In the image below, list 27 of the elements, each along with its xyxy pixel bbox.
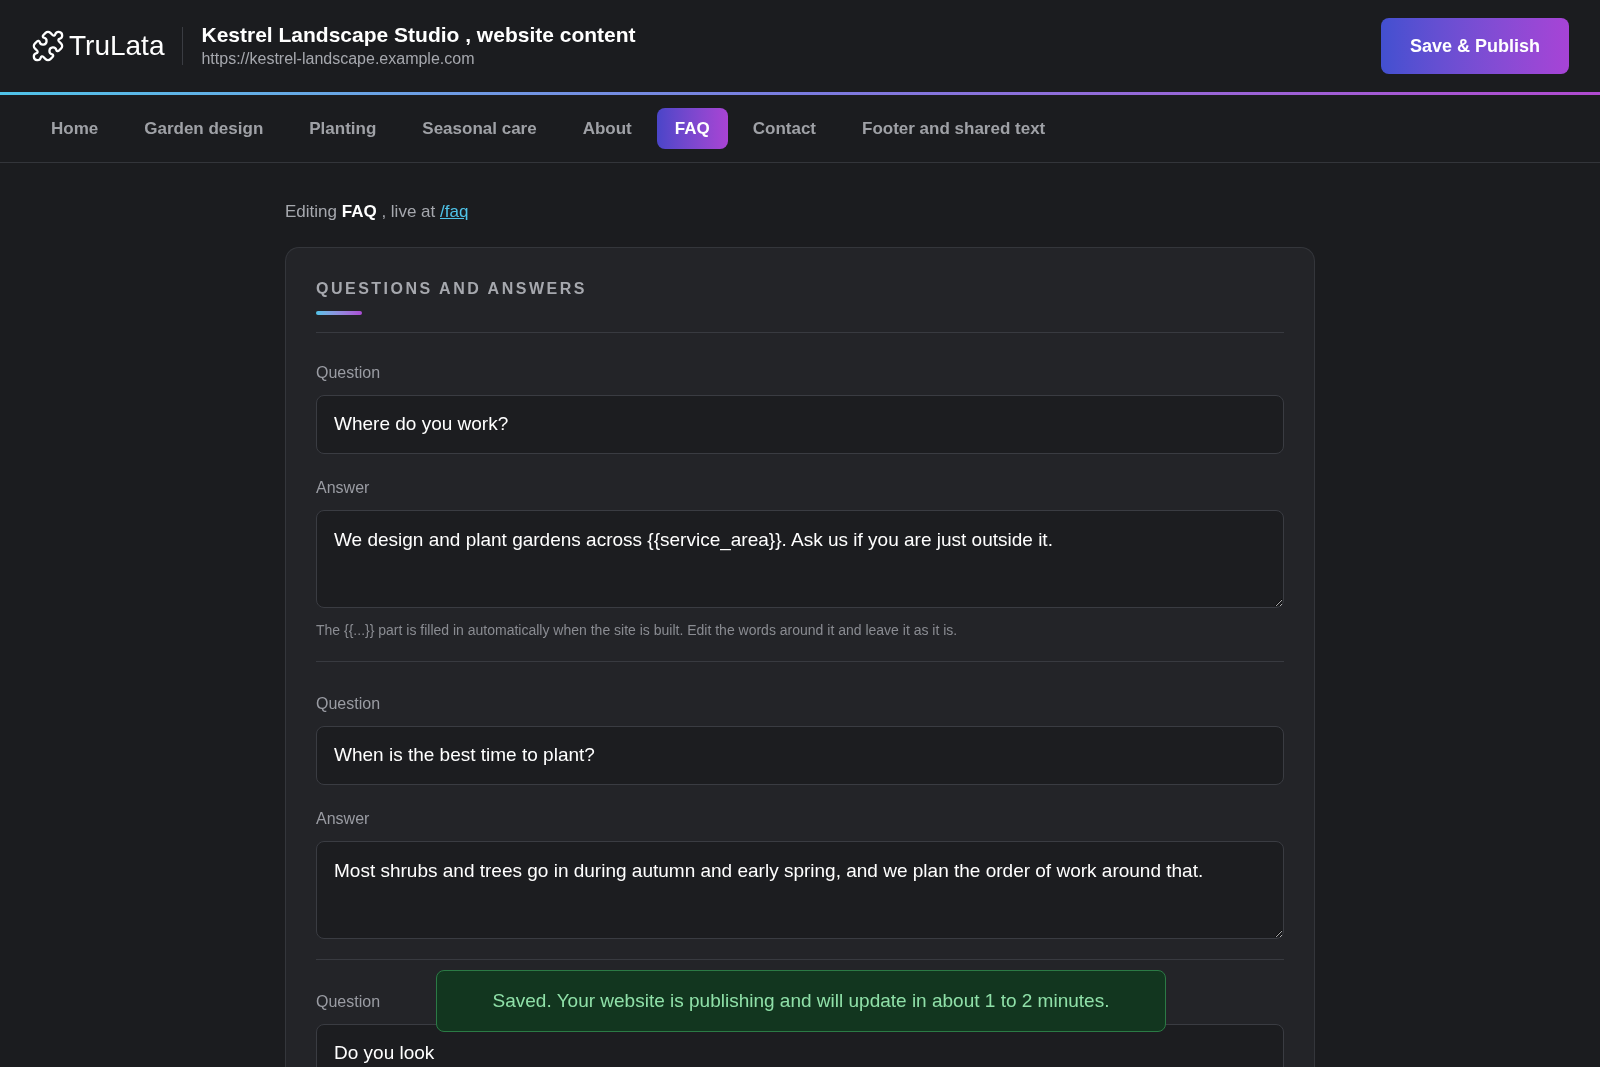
site-url: https://kestrel-landscape.example.com	[201, 49, 476, 69]
nav-tab[interactable]: Planting	[288, 108, 398, 149]
question-field[interactable]: Where do you work?	[316, 394, 1284, 454]
save-publish-button[interactable]: Save & Publish	[1380, 18, 1569, 74]
nav-tab[interactable]: Home	[30, 108, 120, 149]
saved-toast: Saved. Your website is publishing and will update in about 1 to 2 minutes.	[436, 970, 1166, 1032]
site-title: Kestrel Landscape Studio , website content	[201, 22, 636, 48]
answer-field[interactable]: Most shrubs and trees go in during autumn and early spring, and we plan the order of work around that.	[316, 840, 1284, 939]
nav-tab[interactable]: Garden design	[123, 108, 285, 149]
nav-tab[interactable]: Contact	[731, 108, 837, 149]
question-field[interactable]: When is the best time to plant?	[316, 725, 1284, 785]
nav-tab[interactable]: Footer and shared text	[841, 108, 1067, 149]
section-title: QUESTIONS AND ANSWERS	[316, 278, 587, 299]
field-label: Answer	[316, 808, 370, 829]
logo-text: TruLata	[69, 29, 165, 63]
answer-field[interactable]: We design and plant gardens across {{service_area}}. Ask us if you are just outside it.	[316, 509, 1284, 608]
field-label: Question	[316, 693, 381, 714]
nav-tab[interactable]: About	[561, 108, 653, 149]
field-label: Question	[316, 991, 381, 1012]
nav-tab[interactable]: Seasonal care	[401, 108, 558, 149]
page-link[interactable]: /faq	[440, 202, 469, 221]
nav-tab[interactable]: FAQ	[656, 108, 728, 149]
field-label: Answer	[316, 477, 370, 498]
hint-text: The {{...}} part is filled in automatically when the site is built. Edit the words around it and leave it as it is.	[316, 620, 958, 640]
puzzle-icon	[31, 29, 65, 63]
editing-status-text: Editing FAQ , live at /faq	[285, 201, 469, 223]
field-label: Question	[316, 362, 381, 383]
